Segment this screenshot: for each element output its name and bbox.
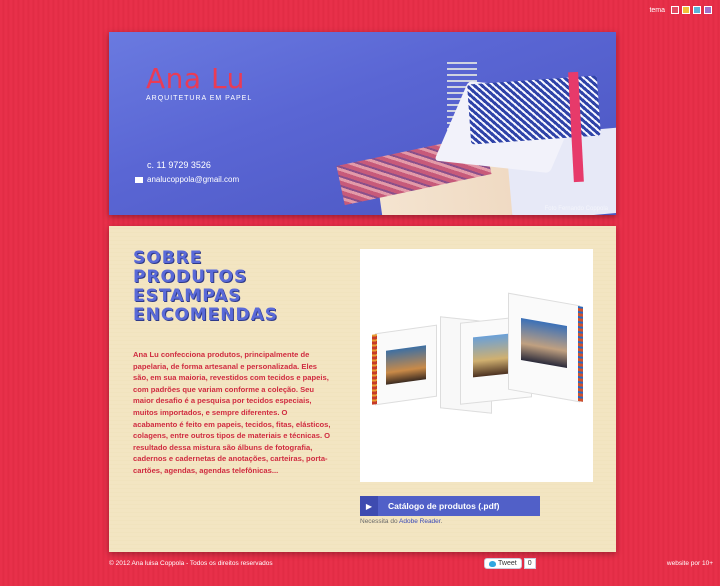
theme-label: tema: [649, 6, 665, 14]
contact-phone: c. 11 9729 3526: [147, 160, 211, 170]
reader-note-prefix: Necessita do: [360, 518, 398, 525]
brand-tagline: ARQUITETURA EM PAPEL: [146, 95, 253, 102]
main-nav: Sobre Produtos Estampas Encomendas: [133, 249, 278, 325]
copyright: © 2012 Ana luisa Coppola - Todos os dire…: [109, 560, 273, 567]
contact-email[interactable]: analucoppola@gmail.com: [135, 175, 239, 184]
website-credit[interactable]: website por 10+: [667, 560, 713, 567]
play-icon: ▶: [360, 496, 378, 516]
product-photo: [360, 249, 593, 482]
main-content: Sobre Produtos Estampas Encomendas Ana L…: [109, 226, 616, 552]
tweet-label: Tweet: [498, 560, 517, 567]
nav-item-produtos[interactable]: Produtos: [133, 268, 278, 287]
catalog-download-button[interactable]: ▶ Catálogo de produtos (.pdf): [360, 496, 540, 516]
album-page: [372, 324, 437, 406]
reader-note-suffix: .: [440, 518, 443, 525]
tweet-button[interactable]: Tweet: [484, 558, 522, 569]
album-page: [508, 292, 583, 403]
about-text: Ana Lu confecciona produtos, principalme…: [133, 350, 331, 475]
brand-name: Ana Lu: [146, 62, 245, 95]
nav-item-estampas[interactable]: Estampas: [133, 287, 278, 306]
contact-email-text: analucoppola@gmail.com: [147, 175, 240, 184]
theme-swatch-blue[interactable]: [693, 6, 701, 14]
nav-item-encomendas[interactable]: Encomendas: [133, 306, 278, 325]
theme-swatch-red[interactable]: [671, 6, 679, 14]
tweet-count: 0: [523, 558, 536, 569]
nav-item-sobre[interactable]: Sobre: [133, 249, 278, 268]
brand-logo[interactable]: Ana Lu ARQUITETURA EM PAPEL: [146, 62, 252, 102]
twitter-bird-icon: [489, 560, 496, 567]
reader-note: Necessita do Adobe Reader.: [360, 518, 442, 525]
theme-swatch-yellow[interactable]: [682, 6, 690, 14]
mail-icon: [135, 176, 143, 183]
theme-switcher: tema: [649, 6, 712, 14]
tweet-widget: Tweet 0: [484, 558, 536, 569]
header-banner: Ana Lu ARQUITETURA EM PAPEL c. 11 9729 3…: [109, 32, 616, 215]
photo-credit: Foto Fernando Coppola: [544, 206, 608, 212]
catalog-button-label: Catálogo de produtos (.pdf): [388, 501, 500, 511]
adobe-reader-link[interactable]: Adobe Reader: [399, 518, 441, 525]
theme-swatch-purple[interactable]: [704, 6, 712, 14]
